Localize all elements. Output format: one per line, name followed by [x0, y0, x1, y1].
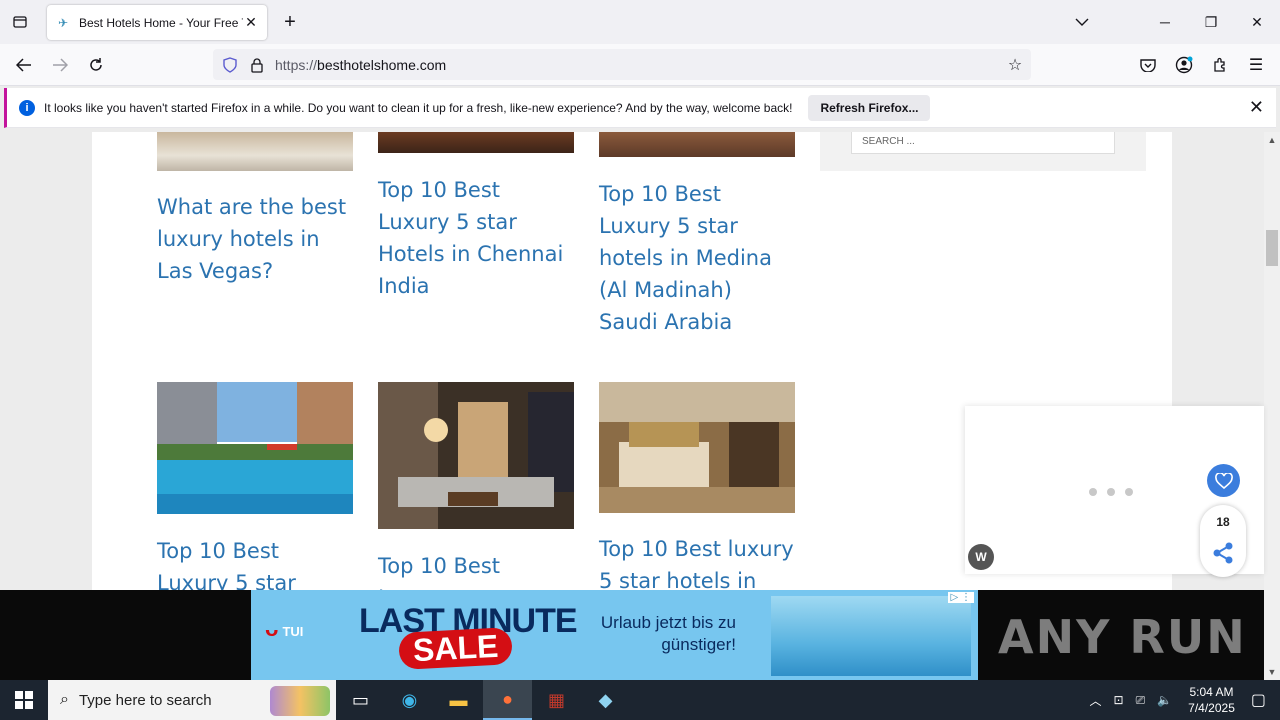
- notification-message: It looks like you haven't started Firefo…: [44, 100, 793, 115]
- lock-icon[interactable]: [249, 56, 265, 74]
- system-tray: ︿ ⊡ ⎚ 🔈 5:04 AM 7/4/2025 ▢: [1084, 680, 1280, 720]
- scroll-down-arrow-icon[interactable]: ▼: [1264, 664, 1280, 680]
- windows-start-icon[interactable]: [0, 680, 48, 720]
- edge-icon[interactable]: ◉: [385, 680, 434, 720]
- network-icon[interactable]: ⎚: [1136, 693, 1146, 708]
- pocket-icon[interactable]: [1137, 54, 1159, 76]
- share-icon[interactable]: [1200, 541, 1246, 571]
- url-prefix: https://: [275, 56, 318, 73]
- notification-bar: i It looks like you haven't started Fire…: [4, 88, 1276, 128]
- notepad-icon[interactable]: ◆: [581, 680, 630, 720]
- post-image-las-vegas[interactable]: [157, 132, 353, 171]
- post-image-chennai[interactable]: [378, 132, 574, 153]
- scrollbar-thumb[interactable]: [1266, 230, 1278, 266]
- chevron-down-icon[interactable]: [1070, 12, 1094, 32]
- post-title-link[interactable]: What are the best luxury hotels in Las V…: [157, 191, 353, 287]
- anyrun-watermark: ANY RUN: [998, 610, 1247, 664]
- taskbar-search-box[interactable]: ⌕ Type here to search: [48, 680, 336, 720]
- tab-close-icon[interactable]: ✕: [243, 14, 259, 31]
- post-image-living-room[interactable]: [378, 382, 574, 529]
- search-highlight-image: [270, 686, 330, 716]
- tab-bar: ✈ Best Hotels Home - Your Free Tr ✕ + ─ …: [0, 0, 1280, 44]
- navigation-bar: https://besthotelshome.com ☆ ☰: [0, 44, 1280, 86]
- account-icon[interactable]: [1173, 54, 1195, 76]
- clock-time: 5:04 AM: [1189, 685, 1234, 699]
- search-input[interactable]: SEARCH ...: [851, 132, 1115, 154]
- share-count: 18: [1216, 515, 1230, 529]
- menu-hamburger-icon[interactable]: ☰: [1245, 54, 1267, 76]
- new-tab-button[interactable]: +: [278, 10, 302, 34]
- share-widget[interactable]: 18: [1200, 505, 1246, 577]
- address-bar[interactable]: https://besthotelshome.com ☆: [213, 49, 1031, 80]
- taskbar-search-placeholder: Type here to search: [78, 691, 212, 709]
- tui-logo: ᴗ TUI: [265, 616, 304, 641]
- post-image-johor-pool[interactable]: [157, 382, 353, 514]
- ad-choices-icon[interactable]: ▷ ⋮: [947, 592, 974, 603]
- volume-icon[interactable]: 🔈: [1157, 693, 1172, 707]
- clock[interactable]: 5:04 AM 7/4/2025: [1188, 684, 1235, 716]
- close-notification-icon[interactable]: ✕: [1249, 97, 1264, 118]
- minimize-button[interactable]: ─: [1142, 0, 1188, 44]
- ad-tagline: Urlaub jetzt bis zu günstiger!: [600, 613, 736, 654]
- bookmark-star-icon[interactable]: ☆: [1005, 55, 1025, 75]
- refresh-firefox-button[interactable]: Refresh Firefox...: [808, 94, 931, 121]
- search-icon: ⌕: [60, 691, 69, 708]
- widget-logo-icon[interactable]: W: [968, 544, 994, 570]
- winrar-icon[interactable]: ▦: [532, 680, 581, 720]
- extensions-icon[interactable]: [1209, 54, 1231, 76]
- post-image-venice-bedroom[interactable]: [599, 382, 795, 513]
- forward-arrow-icon[interactable]: [48, 54, 72, 76]
- ad-photo: [771, 596, 971, 676]
- page-scrollbar[interactable]: ▲ ▼: [1264, 132, 1280, 680]
- task-view-icon[interactable]: ▭: [336, 680, 385, 720]
- post-title-link[interactable]: Top 10 Best Luxury 5 star Hotels in Chen…: [378, 174, 574, 302]
- ad-sale-badge: SALE: [398, 627, 514, 670]
- tui-banner-ad[interactable]: ᴗ TUI LAST MINUTE SALE Urlaub jetzt bis z…: [251, 590, 978, 680]
- clock-date: 7/4/2025: [1188, 701, 1235, 715]
- post-title-link[interactable]: Top 10 Best Luxury 5 star hotels in Medi…: [599, 178, 795, 338]
- list-all-tabs-icon[interactable]: [8, 12, 32, 32]
- ad-brand: TUI: [282, 624, 304, 639]
- back-arrow-icon[interactable]: [12, 54, 36, 76]
- reload-icon[interactable]: [84, 54, 108, 76]
- sidebar-search-widget: SEARCH ...: [820, 132, 1146, 171]
- close-window-button[interactable]: ✕: [1234, 0, 1280, 44]
- scroll-up-arrow-icon[interactable]: ▲: [1264, 132, 1280, 148]
- tray-chevron-up-icon[interactable]: ︿: [1090, 692, 1102, 709]
- bottom-ad-bar: ᴗ TUI LAST MINUTE SALE Urlaub jetzt bis z…: [0, 590, 1264, 680]
- post-image-medina[interactable]: [599, 132, 795, 157]
- url-domain: besthotelshome.com: [317, 56, 447, 73]
- site-favicon-icon: ✈: [57, 15, 69, 30]
- loading-dots: [1089, 488, 1133, 496]
- tab-active[interactable]: ✈ Best Hotels Home - Your Free Tr ✕: [47, 5, 267, 40]
- tracking-protection-shield-icon[interactable]: [221, 56, 239, 74]
- firefox-icon[interactable]: ●: [483, 680, 532, 720]
- windows-taskbar: ⌕ Type here to search ▭ ◉ ▬ ● ▦ ◆ ︿ ⊡ ⎚ …: [0, 680, 1280, 720]
- heart-icon[interactable]: [1207, 464, 1240, 497]
- tray-device-icon[interactable]: ⊡: [1114, 693, 1124, 707]
- notification-center-icon[interactable]: ▢: [1251, 690, 1266, 710]
- info-icon: i: [19, 99, 35, 116]
- file-explorer-icon[interactable]: ▬: [434, 680, 483, 720]
- restore-button[interactable]: ❐: [1188, 0, 1234, 44]
- url-text: https://besthotelshome.com: [275, 57, 446, 73]
- tab-title: Best Hotels Home - Your Free Tr: [79, 15, 243, 30]
